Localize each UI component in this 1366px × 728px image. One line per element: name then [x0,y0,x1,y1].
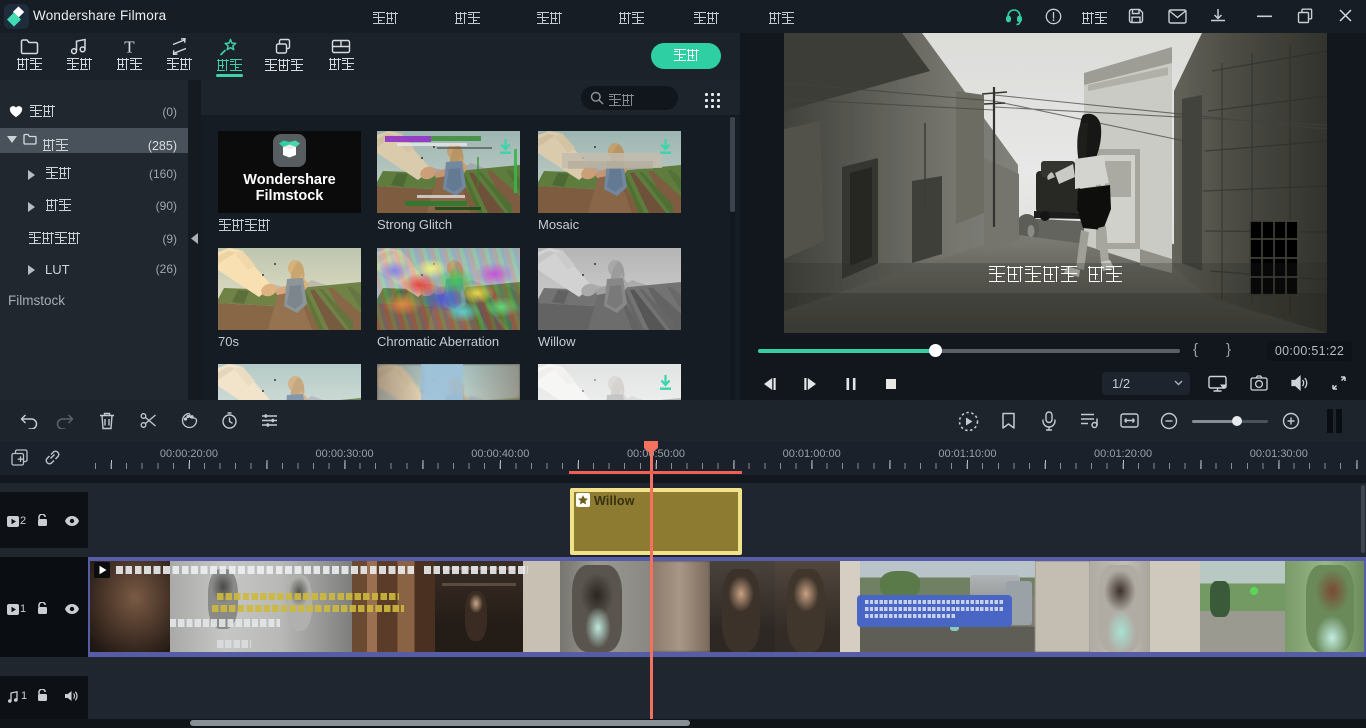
svg-text:T: T [124,38,135,55]
